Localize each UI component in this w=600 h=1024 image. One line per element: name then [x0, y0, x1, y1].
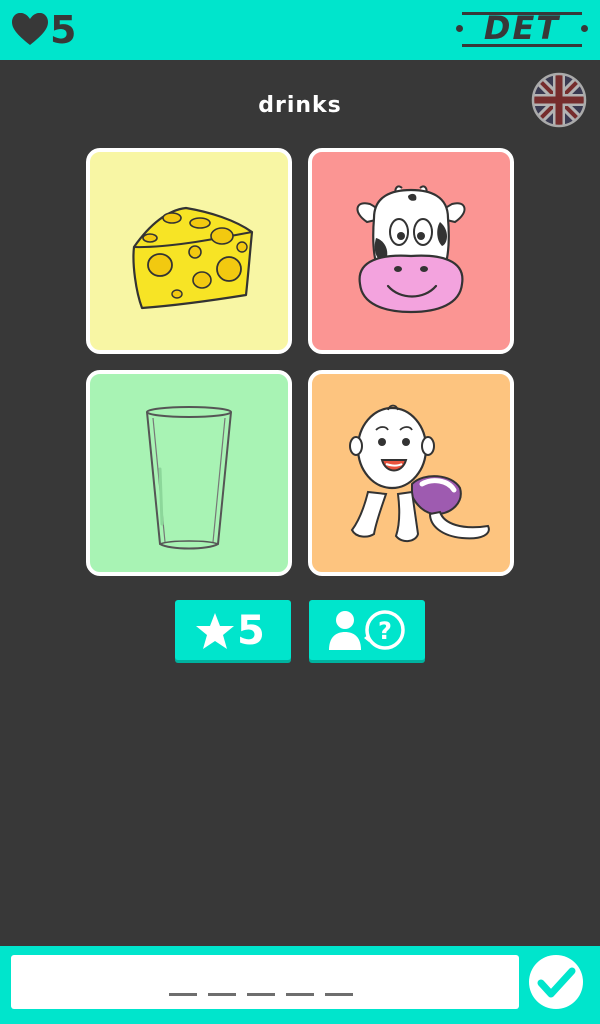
- letter-slot: [208, 993, 236, 996]
- letter-slot: [169, 993, 197, 996]
- ask-friend-icon: ?: [329, 610, 405, 650]
- submit-answer-button[interactable]: [529, 955, 583, 1009]
- answer-bar: [0, 946, 600, 1024]
- picture-card-cow: [308, 148, 514, 354]
- lives-counter: 5: [12, 8, 76, 52]
- letter-slot: [325, 993, 353, 996]
- svg-text:?: ?: [378, 617, 392, 645]
- picture-card-cheese: [86, 148, 292, 354]
- star-hint-button[interactable]: 5: [175, 600, 291, 660]
- cow-icon: [356, 185, 466, 314]
- baby-icon: [349, 404, 490, 542]
- glass-icon: [146, 406, 232, 550]
- picture-card-glass: [86, 370, 292, 576]
- checkmark-icon: [537, 967, 576, 998]
- app-logo: DET: [456, 10, 588, 50]
- letter-slot: [286, 993, 314, 996]
- logo-dot: [581, 25, 588, 32]
- logo-text: DET: [483, 9, 561, 47]
- letter-slots: [169, 993, 353, 996]
- cheese-icon: [132, 206, 254, 310]
- letter-slot: [247, 993, 275, 996]
- logo-line: [462, 44, 582, 47]
- lives-count: 5: [50, 8, 77, 52]
- picture-card-baby: [308, 370, 514, 576]
- star-count: 5: [237, 608, 265, 654]
- category-label: drinks: [258, 93, 342, 118]
- star-icon: [196, 613, 234, 649]
- top-bar: 5 DET: [0, 0, 600, 60]
- answer-input[interactable]: [11, 955, 519, 1009]
- ask-friend-button[interactable]: ?: [309, 600, 425, 660]
- heart-icon: [12, 13, 48, 45]
